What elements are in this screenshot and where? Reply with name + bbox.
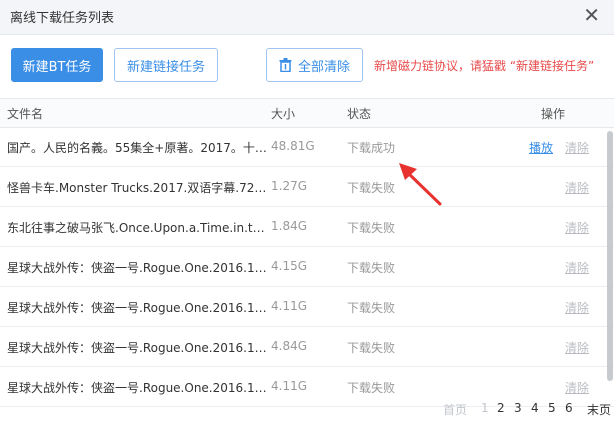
- page-1-link[interactable]: 1: [481, 401, 489, 415]
- table-row: 星球大战外传：侠盗一号.Rogue.One.2016.10… 4.15G 下载失…: [0, 247, 614, 287]
- play-link[interactable]: 播放: [529, 139, 553, 156]
- header-status: 状态: [347, 107, 372, 121]
- scrollbar-thumb[interactable]: [607, 131, 613, 381]
- clear-link[interactable]: 清除: [565, 219, 589, 236]
- row-filename: 星球大战外传：侠盗一号.Rogue.One.2016.10…: [7, 381, 268, 395]
- row-size: 1.84G: [271, 219, 308, 233]
- clear-link[interactable]: 清除: [565, 259, 589, 276]
- first-page-link[interactable]: 首页: [443, 401, 467, 418]
- pagination: 首页 1 2 3 4 5 6 末页: [0, 400, 614, 420]
- task-list: 国产。人民的名義。55集全+原著。2017。十万… 48.81G 下载成功 播放…: [0, 127, 614, 407]
- clear-link[interactable]: 清除: [565, 179, 589, 196]
- page-4-link[interactable]: 4: [531, 401, 539, 415]
- table-row: 国产。人民的名義。55集全+原著。2017。十万… 48.81G 下载成功 播放…: [0, 127, 614, 167]
- clear-link[interactable]: 清除: [565, 299, 589, 316]
- row-filename: 东北往事之破马张飞.Once.Upon.a.Time.in.the…: [7, 221, 268, 235]
- row-status: 下载失败: [347, 381, 396, 395]
- page-6-link[interactable]: 6: [565, 401, 573, 415]
- row-status: 下载失败: [347, 261, 396, 275]
- header-operations: 操作: [541, 107, 566, 121]
- row-status: 下载失败: [347, 301, 396, 315]
- window-titlebar: 离线下载任务列表 ✕: [0, 0, 614, 35]
- trash-icon: [279, 58, 292, 72]
- clear-link[interactable]: 清除: [565, 339, 589, 356]
- close-icon[interactable]: ✕: [583, 3, 600, 27]
- row-filename: 怪兽卡车.Monster Trucks.2017.双语字幕.720…: [7, 181, 268, 195]
- clear-all-label: 全部清除: [297, 59, 350, 75]
- clear-link[interactable]: 清除: [565, 139, 589, 156]
- list-scrollbar[interactable]: [606, 127, 614, 399]
- page-2-link[interactable]: 2: [497, 401, 505, 415]
- new-link-task-label: 新建链接任务: [126, 59, 205, 75]
- page-3-link[interactable]: 3: [514, 401, 522, 415]
- row-filename: 国产。人民的名義。55集全+原著。2017。十万…: [7, 141, 268, 155]
- last-page-link[interactable]: 末页: [587, 401, 611, 418]
- row-filename: 星球大战外传：侠盗一号.Rogue.One.2016.10…: [7, 261, 268, 275]
- new-link-task-button[interactable]: 新建链接任务: [114, 48, 218, 82]
- new-bt-task-label: 新建BT任务: [22, 59, 92, 75]
- clear-all-button[interactable]: 全部清除: [266, 48, 363, 82]
- table-row: 星球大战外传：侠盗一号.Rogue.One.2016.10… 4.11G 下载失…: [0, 287, 614, 327]
- row-size: 4.11G: [271, 379, 308, 393]
- row-status: 下载失败: [347, 341, 396, 355]
- row-status: 下载失败: [347, 181, 396, 195]
- window-title: 离线下载任务列表: [10, 11, 115, 26]
- magnet-notice: 新增磁力链协议，请猛戳 “新建链接任务”: [374, 59, 595, 73]
- row-status: 下载失败: [347, 221, 396, 235]
- row-filename: 星球大战外传：侠盗一号.Rogue.One.2016.10…: [7, 341, 268, 355]
- row-size: 4.15G: [271, 259, 308, 273]
- table-row: 东北往事之破马张飞.Once.Upon.a.Time.in.the… 1.84G…: [0, 207, 614, 247]
- row-size: 4.11G: [271, 299, 308, 313]
- row-status: 下载成功: [347, 141, 396, 155]
- table-row: 怪兽卡车.Monster Trucks.2017.双语字幕.720… 1.27G…: [0, 167, 614, 207]
- toolbar: 新建BT任务 新建链接任务 全部清除 新增磁力链协议，请猛戳 “新建链接任务”: [0, 35, 614, 97]
- row-size: 4.84G: [271, 339, 308, 353]
- row-size: 48.81G: [271, 139, 315, 153]
- row-size: 1.27G: [271, 179, 308, 193]
- red-arrow-annotation: [399, 163, 442, 206]
- page-5-link[interactable]: 5: [548, 401, 556, 415]
- new-bt-task-button[interactable]: 新建BT任务: [11, 48, 103, 82]
- table-row: 星球大战外传：侠盗一号.Rogue.One.2016.10… 4.84G 下载失…: [0, 327, 614, 367]
- header-size: 大小: [271, 107, 296, 121]
- header-filename: 文件名: [7, 107, 44, 121]
- clear-link[interactable]: 清除: [565, 379, 589, 396]
- row-filename: 星球大战外传：侠盗一号.Rogue.One.2016.10…: [7, 301, 268, 315]
- table-header: 文件名 大小 状态 操作: [0, 98, 614, 128]
